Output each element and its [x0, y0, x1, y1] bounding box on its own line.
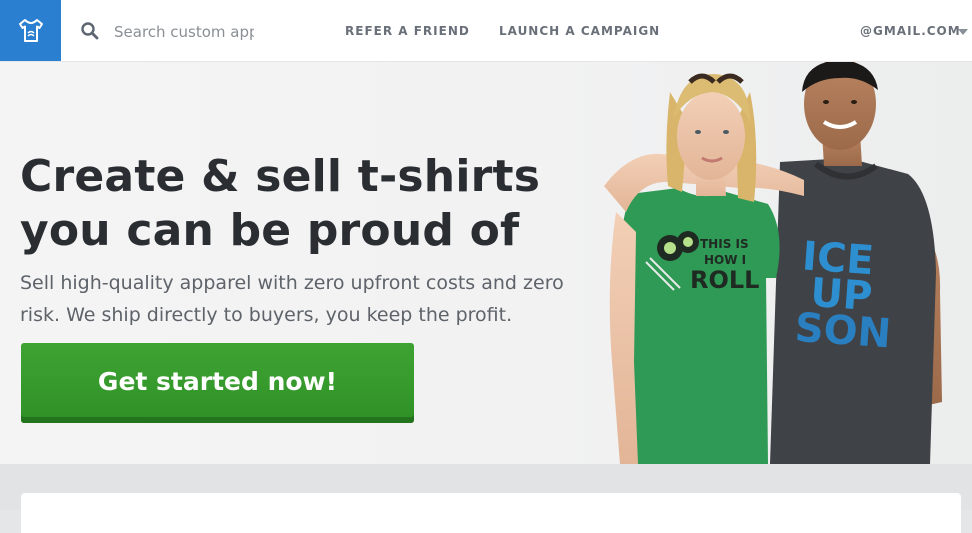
hero-subtext-line-1: Sell high-quality apparel with zero upfr…	[20, 272, 564, 294]
get-started-button[interactable]: Get started now!	[21, 343, 414, 423]
hero-subtext-line-2: risk. We ship directly to buyers, you ke…	[20, 304, 513, 326]
shirt-print-this-is: THIS IS	[700, 237, 749, 251]
shirt-print-son: SON	[793, 305, 892, 358]
hero-headline: Create & sell t-shirts you can be proud …	[20, 150, 580, 258]
shirt-print-roll: ROLL	[690, 266, 759, 294]
home-logo-link[interactable]	[0, 0, 61, 61]
content-card	[21, 493, 961, 533]
account-menu[interactable]: @GMAIL.COM	[860, 24, 961, 38]
launch-a-campaign-link[interactable]: LAUNCH A CAMPAIGN	[499, 24, 660, 38]
shirt-print-how-i: HOW I	[704, 253, 746, 267]
hero-models-photo: ICE UP SON THIS IS HOW I ROLL	[604, 62, 942, 464]
search-input[interactable]	[112, 16, 256, 48]
refer-a-friend-link[interactable]: REFER A FRIEND	[345, 24, 470, 38]
hero-subtext: Sell high-quality apparel with zero upfr…	[20, 267, 580, 331]
hero-headline-line-1: Create & sell t-shirts	[20, 151, 541, 202]
hero-section: Create & sell t-shirts you can be proud …	[0, 62, 972, 464]
chevron-down-icon[interactable]	[958, 29, 968, 35]
search-icon[interactable]	[80, 21, 100, 41]
tshirt-icon	[18, 18, 43, 42]
hero-headline-line-2: you can be proud of	[20, 205, 520, 256]
top-navigation-bar: REFER A FRIEND LAUNCH A CAMPAIGN @GMAIL.…	[0, 0, 972, 62]
